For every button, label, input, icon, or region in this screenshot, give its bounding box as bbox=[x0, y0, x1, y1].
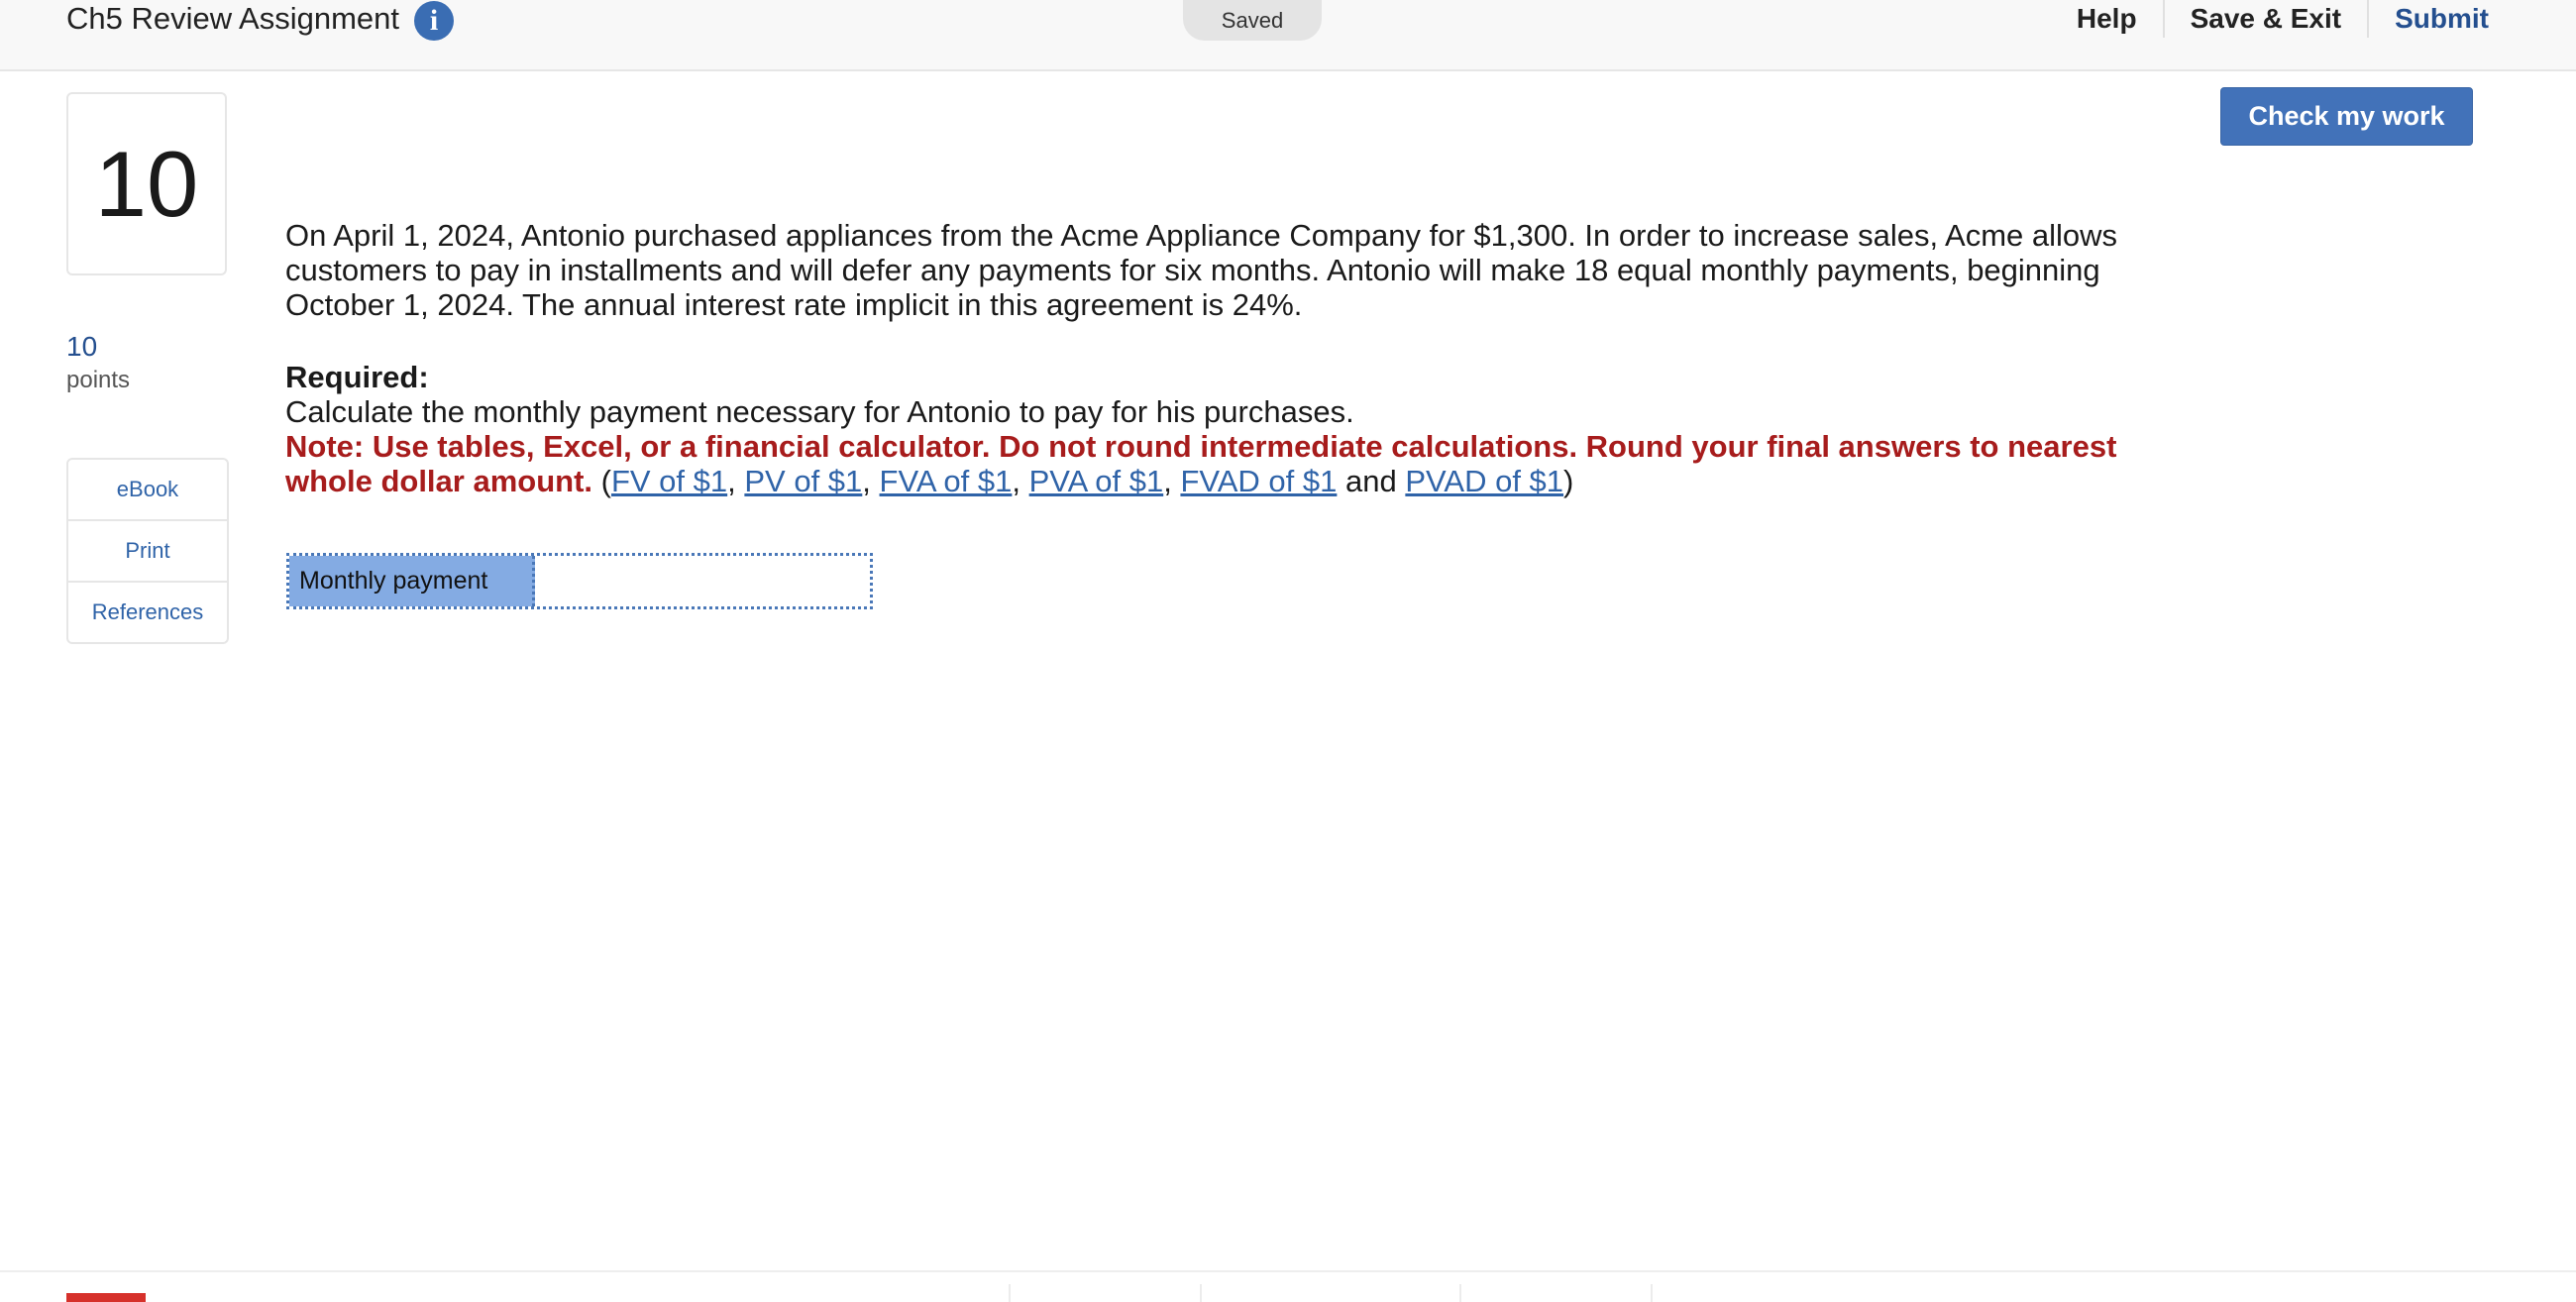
ebook-link[interactable]: eBook bbox=[68, 460, 227, 519]
question-tools: eBook Print References bbox=[66, 458, 229, 644]
pva-table-link[interactable]: PVA of $1 bbox=[1029, 464, 1164, 498]
fv-table-link[interactable]: FV of $1 bbox=[611, 464, 727, 498]
header-actions: Help Save & Exit Submit bbox=[2051, 0, 2489, 38]
instruction-text: Calculate the monthly payment necessary … bbox=[285, 394, 1354, 429]
help-button[interactable]: Help bbox=[2051, 0, 2163, 38]
assignment-title: Ch5 Review Assignment bbox=[66, 1, 399, 36]
footer-divider bbox=[1200, 1284, 1202, 1302]
publisher-logo bbox=[66, 1293, 146, 1302]
monthly-payment-input[interactable] bbox=[535, 556, 870, 606]
points-value: 10 bbox=[66, 331, 98, 362]
saved-status-badge: Saved bbox=[1183, 0, 1322, 41]
answer-table: Monthly payment bbox=[286, 553, 873, 609]
question-body: On April 1, 2024, Antonio purchased appl… bbox=[285, 218, 2168, 498]
footer-divider bbox=[1009, 1284, 1011, 1302]
required-label: Required: bbox=[285, 360, 429, 394]
monthly-payment-label: Monthly payment bbox=[289, 556, 535, 606]
footer-divider bbox=[1651, 1284, 1653, 1302]
pv-table-link[interactable]: PV of $1 bbox=[744, 464, 862, 498]
assignment-title-area: Ch5 Review Assignment i bbox=[66, 0, 454, 41]
save-exit-button[interactable]: Save & Exit bbox=[2162, 0, 2368, 38]
footer-divider bbox=[1459, 1284, 1461, 1302]
submit-button[interactable]: Submit bbox=[2367, 0, 2489, 38]
top-bar: Ch5 Review Assignment i Saved Help Save … bbox=[0, 0, 2576, 71]
question-number: 10 bbox=[66, 92, 227, 275]
footer-bar bbox=[0, 1270, 2576, 1302]
info-icon[interactable]: i bbox=[414, 1, 454, 41]
check-my-work-button[interactable]: Check my work bbox=[2220, 87, 2473, 146]
pvad-table-link[interactable]: PVAD of $1 bbox=[1405, 464, 1563, 498]
fva-table-link[interactable]: FVA of $1 bbox=[880, 464, 1013, 498]
and-text: and bbox=[1345, 464, 1397, 498]
question-text: On April 1, 2024, Antonio purchased appl… bbox=[285, 218, 2118, 322]
print-link[interactable]: Print bbox=[68, 519, 227, 581]
note-line: Note: Use tables, Excel, or a financial … bbox=[285, 429, 2117, 498]
fvad-table-link[interactable]: FVAD of $1 bbox=[1180, 464, 1337, 498]
points-label: points bbox=[66, 367, 131, 393]
references-link[interactable]: References bbox=[68, 581, 227, 642]
